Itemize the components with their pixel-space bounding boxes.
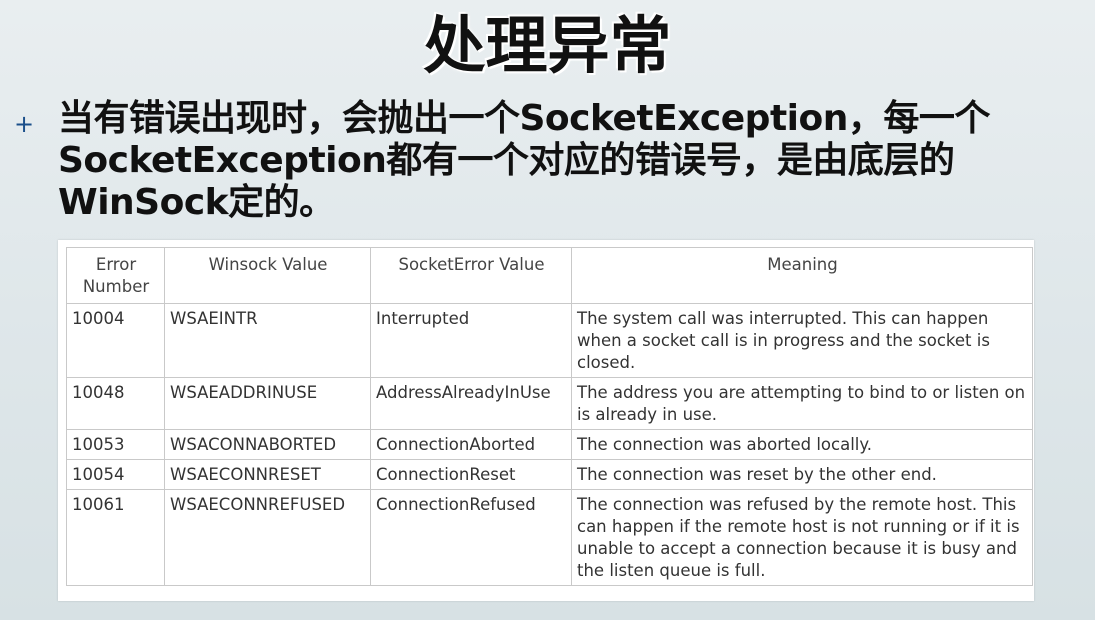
cell-socketerror-value: ConnectionRefused [370,489,572,586]
cell-error-number: 10048 [66,377,165,430]
header-winsock-value: Winsock Value [164,247,371,304]
cell-meaning: The connection was aborted locally. [571,429,1033,460]
table-row: 10048 WSAEADDRINUSE AddressAlreadyInUse … [66,377,1033,430]
header-socketerror-value: SocketError Value [370,247,572,304]
bullet-plus-icon: + [14,110,35,138]
cell-socketerror-value: ConnectionReset [370,459,572,490]
error-table-panel: Error Number Winsock Value SocketError V… [58,240,1034,601]
cell-error-number: 10004 [66,303,165,378]
slide-title: 处理异常 [423,9,672,82]
cell-meaning: The system call was interrupted. This ca… [571,303,1033,378]
cell-meaning: The connection was refused by the remote… [571,489,1033,586]
cell-socketerror-value: ConnectionAborted [370,429,572,460]
cell-winsock-value: WSAECONNRESET [164,459,371,490]
header-meaning: Meaning [571,247,1033,304]
bullet-text: 当有错误出现时，会抛出一个SocketException，每一个SocketEx… [58,98,990,223]
table-row: 10004 WSAEINTR Interrupted The system ca… [66,303,1033,378]
cell-socketerror-value: AddressAlreadyInUse [370,377,572,430]
cell-error-number: 10061 [66,489,165,586]
cell-error-number: 10053 [66,429,165,460]
table-row: 10054 WSAECONNRESET ConnectionReset The … [66,459,1033,490]
error-table: Error Number Winsock Value SocketError V… [66,247,1033,586]
table-row: 10053 WSACONNABORTED ConnectionAborted T… [66,429,1033,460]
cell-meaning: The connection was reset by the other en… [571,459,1033,490]
table-row: 10061 WSAECONNREFUSED ConnectionRefused … [66,489,1033,586]
cell-socketerror-value: Interrupted [370,303,572,378]
cell-error-number: 10054 [66,459,165,490]
cell-winsock-value: WSACONNABORTED [164,429,371,460]
cell-winsock-value: WSAEADDRINUSE [164,377,371,430]
header-error-number: Error Number [66,247,165,304]
table-header-row: Error Number Winsock Value SocketError V… [66,247,1033,304]
cell-winsock-value: WSAECONNREFUSED [164,489,371,586]
cell-meaning: The address you are attempting to bind t… [571,377,1033,430]
cell-winsock-value: WSAEINTR [164,303,371,378]
